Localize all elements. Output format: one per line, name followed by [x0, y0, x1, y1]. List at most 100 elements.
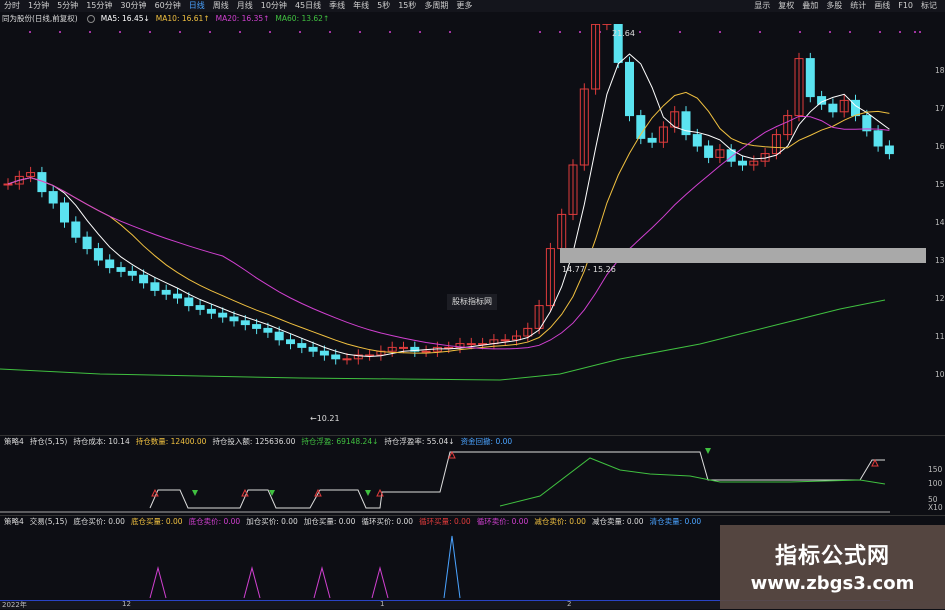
candle-body [241, 321, 249, 325]
ma5-value: MA5: 16.45↓ [101, 14, 150, 23]
candle-body [253, 325, 261, 329]
y-tick: 14 [935, 218, 945, 227]
top-marker [719, 31, 721, 33]
y-tick: 11 [935, 332, 945, 341]
toolbar-right-6[interactable]: F10 [894, 0, 917, 12]
ma60-line [0, 300, 885, 380]
top-marker [559, 31, 561, 33]
p2-y-tick: 100 [928, 479, 943, 488]
stock-title: 同为股份(日线,前复权) [2, 13, 78, 24]
tab-12[interactable]: 年线 [349, 0, 373, 12]
tab-11[interactable]: 季线 [325, 0, 349, 12]
candle-body [61, 203, 69, 222]
tab-2[interactable]: 5分钟 [53, 0, 82, 12]
candle-body [739, 161, 747, 165]
top-marker [849, 31, 851, 33]
top-marker [149, 31, 151, 33]
y-tick: 17 [935, 104, 945, 113]
y-tick: 12 [935, 294, 945, 303]
top-marker [29, 31, 31, 33]
main-info-line: 同为股份(日线,前复权) MA5: 16.45↓ MA10: 16.61↑ MA… [0, 13, 945, 24]
candle-body [626, 62, 634, 115]
position-panel[interactable]: 15010050X10 [0, 446, 945, 514]
ma20-line [8, 116, 889, 349]
candle-body [400, 347, 408, 348]
top-marker [879, 31, 881, 33]
tab-9[interactable]: 10分钟 [257, 0, 291, 12]
candle-body [83, 237, 91, 248]
position-line [150, 452, 885, 508]
toolbar-right-1[interactable]: 复权 [774, 0, 798, 12]
candle-body [320, 351, 328, 355]
trade-spike [444, 536, 460, 598]
top-marker [359, 31, 361, 33]
tab-8[interactable]: 月线 [233, 0, 257, 12]
tab-3[interactable]: 15分钟 [82, 0, 116, 12]
profit-line [500, 458, 885, 506]
top-marker [119, 31, 121, 33]
candle-body [501, 340, 509, 341]
top-marker [579, 31, 581, 33]
x-tick: 2 [567, 600, 571, 608]
candle-body [72, 222, 80, 237]
candle-body [422, 351, 430, 352]
tab-15[interactable]: 多周期 [420, 0, 452, 12]
toolbar-right-7[interactable]: 标记 [917, 0, 941, 12]
toolbar-right-5[interactable]: 画线 [870, 0, 894, 12]
ma60-value: MA60: 13.62↑ [275, 14, 329, 23]
toolbar-right-2[interactable]: 叠加 [798, 0, 822, 12]
tab-0[interactable]: 分时 [0, 0, 24, 12]
candle-body [829, 104, 837, 112]
candle-body [207, 309, 215, 313]
tab-13[interactable]: 5秒 [373, 0, 394, 12]
top-marker [899, 31, 901, 33]
tab-14[interactable]: 15秒 [394, 0, 420, 12]
tab-6[interactable]: 日线 [185, 0, 209, 12]
trade-spike [314, 568, 330, 598]
candle-body [128, 271, 136, 275]
candle-body [49, 192, 57, 203]
candlestick-chart[interactable]: 2018171615141312111021.64←10.21 [0, 24, 945, 434]
top-marker [389, 31, 391, 33]
candle-body [264, 328, 272, 332]
y-tick: 18 [935, 66, 945, 75]
candle-body [117, 268, 125, 272]
candle-body [219, 313, 227, 317]
settings-icon[interactable] [87, 15, 95, 23]
candle-body [287, 340, 295, 344]
candle-body [298, 344, 306, 348]
top-marker [914, 31, 916, 33]
tab-5[interactable]: 60分钟 [151, 0, 185, 12]
ma10-line [8, 92, 889, 353]
period-toolbar: 分时1分钟5分钟15分钟30分钟60分钟日线周线月线10分钟45日线季线年线5秒… [0, 0, 945, 12]
p2-y-tick: X10 [928, 503, 943, 512]
tab-7[interactable]: 周线 [209, 0, 233, 12]
toolbar-right-3[interactable]: 多股 [822, 0, 846, 12]
candle-body [343, 359, 351, 360]
watermark-box: 股标指标网 [447, 294, 497, 310]
y-tick: 13 [935, 256, 945, 265]
candle-body [4, 184, 12, 185]
ma5-line [8, 54, 889, 356]
candle-body [230, 317, 238, 321]
top-marker [269, 31, 271, 33]
top-marker [329, 31, 331, 33]
y-tick: 16 [935, 142, 945, 151]
toolbar-right-0[interactable]: 显示 [750, 0, 774, 12]
tab-4[interactable]: 30分钟 [116, 0, 150, 12]
watermark-url: www.zbgs3.com [720, 573, 945, 594]
x-tick: 12 [122, 600, 131, 608]
candle-body [309, 347, 317, 351]
toolbar-right-4[interactable]: 统计 [846, 0, 870, 12]
trade-spike [244, 568, 260, 598]
top-marker [299, 31, 301, 33]
tab-1[interactable]: 1分钟 [24, 0, 53, 12]
watermark-title: 指标公式网 [720, 538, 945, 570]
candle-body [648, 138, 656, 142]
top-marker [829, 31, 831, 33]
candle-body [151, 283, 159, 291]
tab-16[interactable]: 更多 [452, 0, 476, 12]
tab-10[interactable]: 45日线 [291, 0, 325, 12]
y-tick: 15 [935, 180, 945, 189]
buy-arrow-icon [872, 460, 878, 466]
